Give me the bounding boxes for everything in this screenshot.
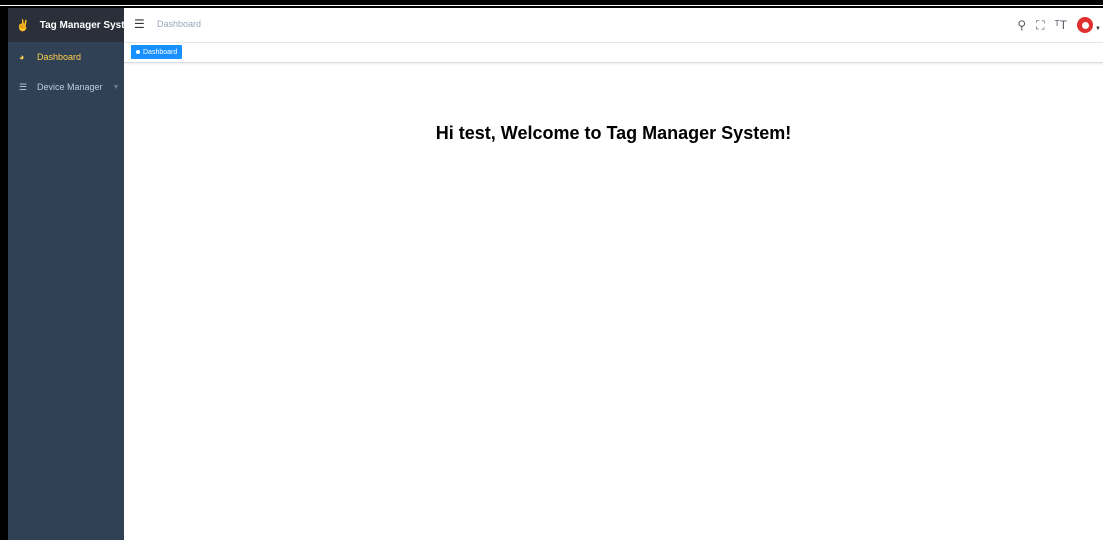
list-icon: ☰ bbox=[19, 81, 28, 92]
top-border-thick bbox=[0, 0, 1103, 5]
avatar[interactable] bbox=[1077, 17, 1094, 33]
navbar: ☰ Dashboard ⚲ ⛶ ᵀT ▼ bbox=[124, 8, 1103, 42]
tag-active-dot bbox=[136, 50, 140, 54]
avatar-inner bbox=[1081, 21, 1089, 29]
fullscreen-icon[interactable]: ⛶ bbox=[1036, 19, 1044, 31]
top-frame-border bbox=[0, 0, 1103, 8]
hamburger-toggle-icon[interactable]: ☰ bbox=[134, 18, 145, 30]
sidebar-logo[interactable]: ✌ Tag Manager System bbox=[8, 8, 139, 42]
search-icon[interactable]: ⚲ bbox=[1017, 19, 1026, 31]
tag-label: Dashboard bbox=[143, 48, 178, 56]
sidebar-item-label: Dashboard bbox=[37, 52, 82, 62]
sidebar-item-device-manager[interactable]: ☰ Device Manager ▼ bbox=[8, 72, 124, 102]
chevron-down-icon: ▼ bbox=[112, 83, 120, 91]
right-menu: ⚲ ⛶ ᵀT ▼ bbox=[1017, 15, 1103, 35]
sidebar-item-dashboard[interactable]: ◕ Dashboard bbox=[8, 42, 124, 72]
left-frame-border bbox=[0, 8, 8, 540]
tags-view: Dashboard bbox=[124, 42, 1103, 63]
welcome-heading: Hi test, Welcome to Tag Manager System! bbox=[435, 123, 792, 143]
main-content: Hi test, Welcome to Tag Manager System! bbox=[124, 62, 1103, 540]
tag-dashboard[interactable]: Dashboard bbox=[131, 45, 183, 59]
font-size-icon[interactable]: ᵀT bbox=[1055, 19, 1068, 31]
hand-logo-icon: ✌ bbox=[16, 19, 30, 32]
breadcrumb[interactable]: Dashboard bbox=[157, 19, 201, 29]
sidebar: ✌ Tag Manager System ◕ Dashboard ☰ Devic… bbox=[8, 8, 139, 540]
sidebar-item-label: Device Manager bbox=[37, 82, 103, 92]
dashboard-icon: ◕ bbox=[19, 52, 25, 62]
caret-down-icon[interactable]: ▼ bbox=[1095, 26, 1101, 32]
